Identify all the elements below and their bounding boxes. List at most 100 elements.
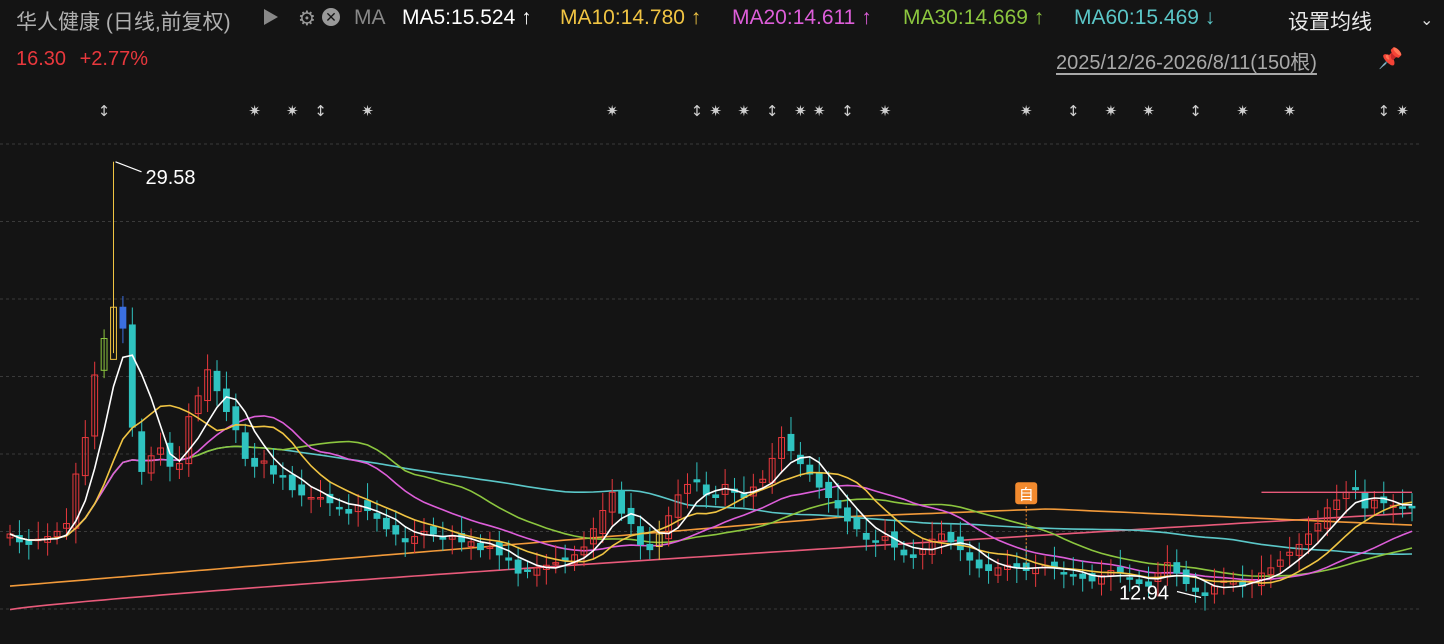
event-icon: ✷ [1142, 102, 1155, 120]
candle-body [693, 479, 701, 483]
event-icon: ✷ [709, 102, 722, 120]
event-icon: ↕ [314, 102, 327, 120]
chevron-down-icon[interactable]: ⌄ [1420, 10, 1433, 30]
candle-body [514, 559, 522, 574]
candle-body [1173, 562, 1181, 574]
event-icon: ✷ [286, 102, 299, 120]
candle-body [561, 557, 569, 561]
settings-ma-button[interactable]: 设置均线 [1288, 6, 1372, 36]
candle-body [251, 457, 259, 467]
candle-body [270, 465, 277, 475]
price-row: 16.30 +2.77% [16, 48, 156, 71]
candle-body [862, 532, 870, 540]
ma20-value: MA20:14.611 ↑ [732, 6, 872, 29]
gear-icon[interactable]: ⚙ [298, 6, 316, 31]
candle-body [1201, 592, 1209, 596]
pin-icon[interactable]: 📌 [1378, 46, 1403, 71]
candle-body [787, 433, 795, 452]
candle-body [430, 526, 437, 535]
candle-body [1060, 572, 1068, 575]
ma60-value: MA60:15.469 ↓ [1074, 6, 1216, 29]
event-icon: ↕ [1377, 102, 1390, 120]
marker-label: 自 [1019, 485, 1034, 503]
event-icon: ✷ [738, 102, 751, 120]
candle-body [345, 508, 353, 514]
ma120-line [9, 508, 1413, 587]
event-icon: ↕ [766, 102, 779, 120]
candle-body [1192, 587, 1200, 592]
event-icon: ✷ [879, 102, 892, 120]
price-change: +2.77% [79, 48, 149, 70]
last-price: 16.30 [16, 48, 67, 70]
candle-body [646, 543, 654, 551]
candle-body [401, 538, 409, 543]
candle-body [825, 481, 833, 498]
candle-body [966, 552, 974, 561]
event-icon: ✷ [1236, 102, 1249, 120]
candle-body [1126, 577, 1134, 580]
candle-body [834, 500, 842, 509]
event-icon: ✷ [813, 102, 826, 120]
candle-body [524, 569, 531, 572]
candle-body [1069, 574, 1077, 577]
candle-body [618, 490, 626, 514]
ma10-value: MA10:14.780 ↑ [560, 6, 702, 29]
event-icon: ✷ [361, 102, 374, 120]
event-icon: ↕ [841, 102, 854, 120]
high-pointer [115, 161, 142, 173]
candle-body [279, 475, 287, 478]
candle-body [872, 540, 880, 543]
candle-body [1352, 487, 1359, 491]
event-icon: ↕ [98, 102, 111, 120]
close-icon[interactable]: ✕ [322, 8, 340, 26]
candle-body [288, 474, 296, 491]
candle-body [382, 517, 390, 530]
event-icon: ✷ [1283, 102, 1296, 120]
date-range[interactable]: 2025/12/26-2026/8/11(150根) [1056, 46, 1317, 75]
candle-body [1079, 573, 1087, 579]
event-icon: ↕ [691, 102, 704, 120]
candle-body [975, 559, 983, 569]
candle-body [947, 531, 955, 543]
ma5-value: MA5:15.524 ↑ [402, 6, 532, 29]
candle-body [213, 370, 221, 392]
candle-body [298, 484, 306, 496]
play-icon[interactable] [264, 9, 278, 25]
candlestick-chart[interactable]: ↕ ✷ ✷ ↕ ✷ ✷ ↕ ✷ ✷ ↕ ✷ ✷ ↕ ✷ ✷ ↕ ✷ ✷ ↕ ✷ ✷ ↕ ✷ 29.58 12.94 自 [0, 90, 1444, 644]
event-icon: ✷ [794, 102, 807, 120]
event-icon: ↕ [1189, 102, 1202, 120]
candle-body [985, 564, 992, 571]
ma20-line [9, 415, 1413, 581]
event-icon: ✷ [1020, 102, 1033, 120]
candle-body [853, 517, 861, 530]
candle-body [373, 513, 381, 519]
candle-body [844, 507, 851, 522]
candle-body [712, 494, 720, 498]
candle-body [900, 549, 908, 556]
candle-body [1408, 505, 1416, 509]
chart-header: 华人健康 (日线,前复权) ⚙ ✕ MA MA5:15.524 ↑ MA10:1… [0, 0, 1444, 36]
candle-body [241, 432, 249, 459]
event-icon: ✷ [1396, 102, 1409, 120]
ma30-value: MA30:14.669 ↑ [903, 6, 1045, 29]
candle-body [1399, 506, 1407, 509]
event-icon: ✷ [248, 102, 261, 120]
event-icon: ✷ [606, 102, 619, 120]
low-label: 12.94 [1119, 583, 1169, 605]
event-icon: ✷ [1105, 102, 1118, 120]
high-label: 29.58 [146, 167, 196, 189]
candle-body [477, 542, 484, 551]
candle-body [815, 471, 823, 488]
candle-body [505, 557, 513, 561]
ma-label: MA [354, 6, 386, 29]
candle-body [439, 536, 447, 540]
candle-body [909, 554, 917, 558]
candle-body [128, 324, 136, 428]
candle-body [627, 507, 635, 525]
low-pointer [1176, 590, 1202, 599]
candle-body [119, 306, 127, 329]
ma60-line [9, 445, 1413, 555]
event-icon: ↕ [1067, 102, 1080, 120]
candle-body [637, 526, 644, 545]
candle-body [138, 431, 146, 472]
